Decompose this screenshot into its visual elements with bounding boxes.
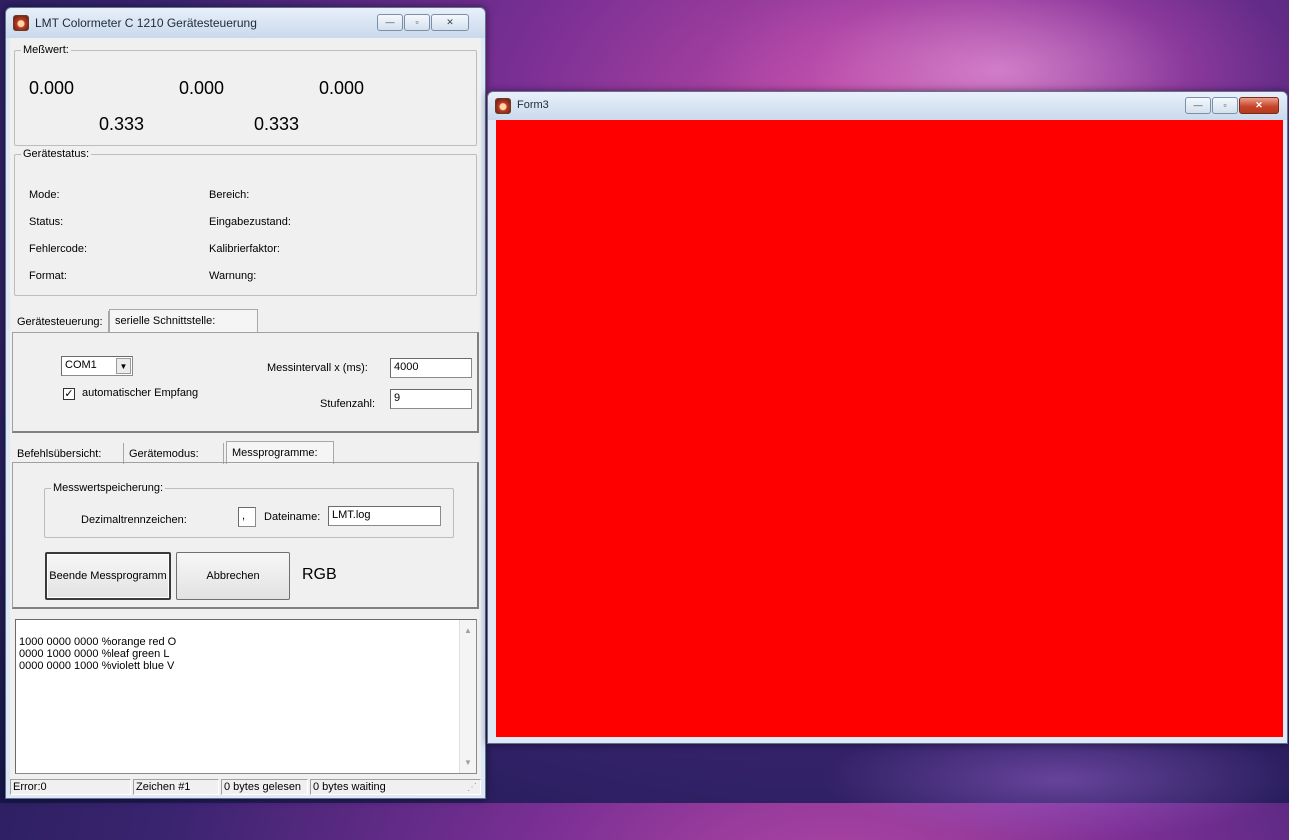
scroll-down-icon[interactable]: ▼ — [460, 754, 476, 771]
messwert-group: Meßwert: 0.000 0.000 0.000 0.333 0.333 — [14, 44, 477, 146]
decimal-label: Dezimaltrennzeichen: — [81, 514, 187, 526]
status-bytes-waiting: 0 bytes waiting — [310, 779, 481, 795]
status-label-format: Format: — [29, 270, 67, 282]
messwert-value-3: 0.000 — [319, 78, 365, 98]
tabs-geraet: Gerätesteuerung: serielle Schnittstelle: — [12, 309, 477, 333]
log-scrollbar[interactable]: ▲ ▼ — [459, 620, 476, 773]
com-port-select[interactable]: COM1 ▼ — [61, 356, 133, 376]
mode-text: RGB — [302, 566, 337, 583]
serial-panel: COM1 ▼ ✓ automatischer Empfang Messinter… — [12, 332, 479, 433]
form3-window-controls: — ▫ ✕ — [1185, 97, 1279, 114]
chevron-down-icon[interactable]: ▼ — [116, 358, 131, 374]
form3-maximize-button[interactable]: ▫ — [1212, 97, 1238, 114]
form3-close-button[interactable]: ✕ — [1239, 97, 1279, 114]
maximize-icon: ▫ — [1223, 100, 1227, 110]
color-display-canvas — [496, 120, 1283, 737]
decimal-input[interactable]: , — [238, 507, 256, 527]
messwertspeicherung-title: Messwertspeicherung: — [51, 482, 166, 494]
statusbar: Error:0 Zeichen #1 0 bytes gelesen 0 byt… — [10, 777, 481, 795]
interval-input[interactable]: 4000 — [390, 358, 472, 378]
maximize-button[interactable]: ▫ — [404, 14, 430, 31]
minimize-button[interactable]: — — [377, 14, 403, 31]
status-label-warnung: Warnung: — [209, 270, 257, 282]
messwert-value-4: 0.333 — [99, 114, 145, 134]
filename-input[interactable]: LMT.log — [328, 506, 441, 526]
minimize-icon: — — [385, 17, 395, 27]
stop-program-button[interactable]: Beende Messprogramm — [45, 552, 171, 600]
status-label-bereich: Bereich: — [209, 189, 250, 201]
steps-label: Stufenzahl: — [320, 398, 376, 410]
messwert-value-5: 0.333 — [254, 114, 300, 134]
scroll-up-icon[interactable]: ▲ — [460, 622, 476, 639]
status-label-mode: Mode: — [29, 189, 60, 201]
tab-geraetemodus[interactable]: Gerätemodus: — [124, 443, 224, 464]
auto-receive-checkbox[interactable]: ✓ — [63, 388, 75, 400]
geraetestatus-group: Gerätestatus: Mode: Status: Fehlercode: … — [14, 148, 477, 296]
tab-geraetesteuerung[interactable]: Gerätesteuerung: — [12, 311, 109, 332]
messwert-title: Meßwert: — [21, 44, 71, 56]
log-lines: 1000 0000 0000 %orange red O 0000 1000 0… — [19, 636, 177, 672]
minimize-icon: — — [1193, 100, 1203, 110]
status-label-eingabezustand: Eingabezustand: — [209, 216, 291, 228]
status-label-status: Status: — [29, 216, 64, 228]
messwertspeicherung-group: Messwertspeicherung: Dezimaltrennzeichen… — [44, 482, 454, 538]
status-zeichen: Zeichen #1 — [133, 779, 219, 795]
form3-title: Form3 — [517, 99, 549, 111]
steps-input[interactable]: 9 — [390, 389, 472, 409]
status-error: Error:0 — [10, 779, 131, 795]
tab-messprogramme[interactable]: Messprogramme: — [226, 441, 334, 464]
main-client-area: Meßwert: 0.000 0.000 0.000 0.333 0.333 G… — [10, 38, 481, 795]
main-titlebar[interactable]: LMT Colormeter C 1210 Gerätesteuerung — … — [6, 8, 485, 38]
messwert-value-2: 0.000 — [179, 78, 225, 98]
resize-grip-icon[interactable]: ⋰ — [467, 782, 479, 794]
form3-minimize-button[interactable]: — — [1185, 97, 1211, 114]
geraetestatus-title: Gerätestatus: — [21, 148, 92, 160]
com-port-value: COM1 — [65, 359, 97, 371]
filename-label: Dateiname: — [264, 511, 321, 523]
window-title: LMT Colormeter C 1210 Gerätesteuerung — [35, 16, 257, 30]
auto-receive-label: automatischer Empfang — [82, 387, 199, 399]
close-icon: ✕ — [446, 17, 454, 27]
log-textarea[interactable]: 1000 0000 0000 %orange red O 0000 1000 0… — [15, 619, 477, 774]
close-button[interactable]: ✕ — [431, 14, 469, 31]
form3-app-icon[interactable] — [495, 98, 511, 114]
close-icon: ✕ — [1255, 100, 1263, 110]
form3-titlebar[interactable]: Form3 — ▫ ✕ — [488, 92, 1287, 120]
messwert-value-1: 0.000 — [29, 78, 75, 98]
main-window: LMT Colormeter C 1210 Gerätesteuerung — … — [5, 7, 486, 799]
interval-label: Messintervall x (ms): — [267, 362, 368, 374]
status-label-fehlercode: Fehlercode: — [29, 243, 88, 255]
status-bytes-read: 0 bytes gelesen — [221, 779, 308, 795]
window-controls: — ▫ ✕ — [377, 14, 469, 31]
app-icon[interactable] — [13, 15, 29, 31]
tab-serielle-schnittstelle[interactable]: serielle Schnittstelle: — [109, 309, 258, 332]
cancel-button[interactable]: Abbrechen — [176, 552, 290, 600]
form3-window: Form3 — ▫ ✕ — [487, 91, 1288, 744]
status-label-kalibrierfaktor: Kalibrierfaktor: — [209, 243, 280, 255]
maximize-icon: ▫ — [415, 17, 419, 27]
tab-befehlsuebersicht[interactable]: Befehlsübersicht: — [12, 443, 124, 464]
messprogramme-panel: Messwertspeicherung: Dezimaltrennzeichen… — [12, 462, 479, 609]
